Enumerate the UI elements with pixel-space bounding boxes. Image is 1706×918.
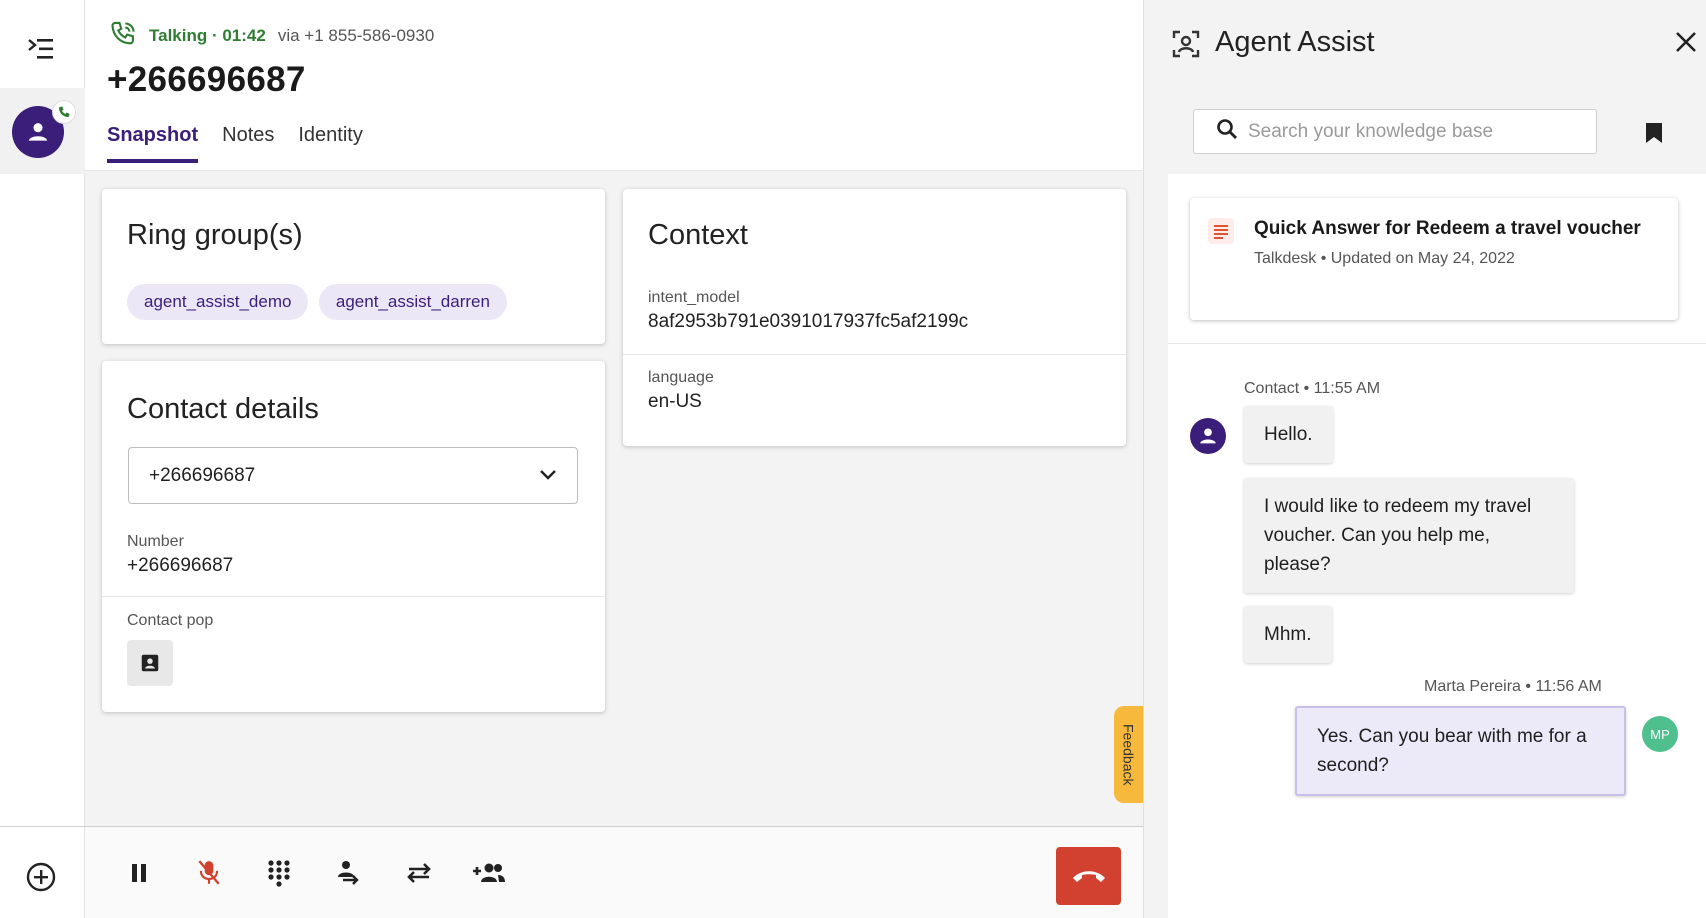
dialpad-icon[interactable]	[255, 849, 303, 897]
contact-avatar-icon	[1190, 418, 1226, 454]
contact-message: Hello.	[1244, 406, 1333, 463]
contact-pop-field: Contact pop	[127, 612, 213, 686]
ring-group-chip: agent_assist_darren	[318, 284, 507, 320]
quick-answer-card[interactable]: Quick Answer for Redeem a travel voucher…	[1190, 198, 1678, 320]
language-value: en-US	[648, 391, 702, 412]
intent-model-field: intent_model 8af2953b791e0391017937fc5af…	[648, 289, 968, 333]
contact-pop-label: Contact pop	[127, 612, 214, 629]
contact-details-card: Contact details +266696687 Number +26669…	[102, 361, 605, 712]
feedback-tab[interactable]: Feedback	[1114, 706, 1143, 803]
agent-assist-panel: Agent Assist Quick Answer for Redeem a t…	[1143, 0, 1706, 918]
language-field: language en-US	[648, 369, 714, 413]
ring-group-chips: agent_assist_demo agent_assist_darren	[127, 284, 513, 320]
tab-identity[interactable]: Identity	[298, 124, 362, 163]
selected-number: +266696687	[149, 464, 256, 486]
phone-active-icon	[52, 100, 76, 124]
quick-answer-meta: Talkdesk • Updated on May 24, 2022	[1254, 250, 1515, 267]
number-field: Number +266696687	[127, 533, 233, 577]
ring-group-chip: agent_assist_demo	[127, 284, 309, 320]
language-label: language	[648, 369, 714, 386]
intent-model-value: 8af2953b791e0391017937fc5af2199c	[648, 311, 969, 332]
phone-call-icon	[109, 20, 137, 53]
call-workspace: Talking · 01:42 via +1 855-586-0930 +266…	[85, 0, 1143, 918]
contact-message: Mhm.	[1244, 606, 1332, 663]
panel-divider	[1168, 343, 1706, 344]
add-participant-icon[interactable]	[465, 849, 513, 897]
bookmark-icon[interactable]	[1641, 118, 1667, 148]
tab-bar: Snapshot Notes Identity	[107, 124, 363, 163]
quick-answer-title: Quick Answer for Redeem a travel voucher	[1254, 218, 1641, 239]
via-number: via +1 855-586-0930	[277, 26, 435, 45]
field-divider	[102, 596, 605, 597]
search-icon	[1216, 118, 1238, 145]
call-status: Talking · 01:42 via +1 855-586-0930	[109, 20, 435, 53]
rail-divider	[0, 826, 85, 827]
contact-details-title: Contact details	[127, 393, 319, 425]
context-card: Context intent_model 8af2953b791e0391017…	[623, 189, 1126, 446]
agent-avatar: MP	[1642, 716, 1678, 752]
menu-collapse-icon[interactable]	[22, 34, 60, 64]
contact-card-icon[interactable]	[127, 640, 173, 686]
number-value: +266696687	[127, 555, 234, 576]
agent-message: Yes. Can you bear with me for a second?	[1295, 706, 1626, 796]
mute-icon[interactable]	[185, 849, 233, 897]
panel-header: Agent Assist	[1144, 0, 1706, 86]
left-rail	[0, 0, 85, 918]
ring-groups-card: Ring group(s) agent_assist_demo agent_as…	[102, 189, 605, 344]
tab-snapshot[interactable]: Snapshot	[107, 124, 199, 163]
contact-message-meta: Contact • 11:55 AM	[1244, 380, 1381, 397]
snapshot-content: Ring group(s) agent_assist_demo agent_as…	[85, 171, 1143, 826]
field-divider	[623, 354, 1126, 355]
knowledge-search[interactable]	[1193, 109, 1597, 154]
document-icon	[1208, 218, 1234, 244]
contact-number-select[interactable]: +266696687	[128, 447, 578, 504]
close-icon[interactable]	[1670, 26, 1702, 58]
hangup-button[interactable]	[1056, 847, 1121, 905]
add-call-icon[interactable]	[24, 860, 58, 894]
transfer-icon[interactable]	[395, 849, 443, 897]
talking-timer: Talking · 01:42	[149, 26, 266, 45]
agent-assist-icon	[1169, 27, 1203, 61]
call-controls-bar	[85, 826, 1143, 918]
pause-icon[interactable]	[115, 849, 163, 897]
hangup-icon	[1072, 871, 1105, 882]
ring-groups-title: Ring group(s)	[127, 219, 303, 251]
agent-message-meta: Marta Pereira • 11:56 AM	[1424, 678, 1602, 695]
active-call-tab[interactable]	[0, 88, 85, 174]
number-label: Number	[127, 533, 184, 550]
assist-content: Quick Answer for Redeem a travel voucher…	[1168, 174, 1706, 918]
chevron-down-icon	[539, 465, 557, 487]
consult-icon[interactable]	[325, 849, 373, 897]
context-title: Context	[648, 219, 748, 251]
tab-notes[interactable]: Notes	[222, 124, 274, 163]
intent-model-label: intent_model	[648, 289, 740, 306]
feedback-label: Feedback	[1120, 723, 1137, 786]
search-input[interactable]	[1248, 120, 1578, 143]
contact-message: I would like to redeem my travel voucher…	[1244, 478, 1574, 593]
panel-title: Agent Assist	[1215, 26, 1375, 58]
caller-number: +266696687	[107, 60, 306, 99]
